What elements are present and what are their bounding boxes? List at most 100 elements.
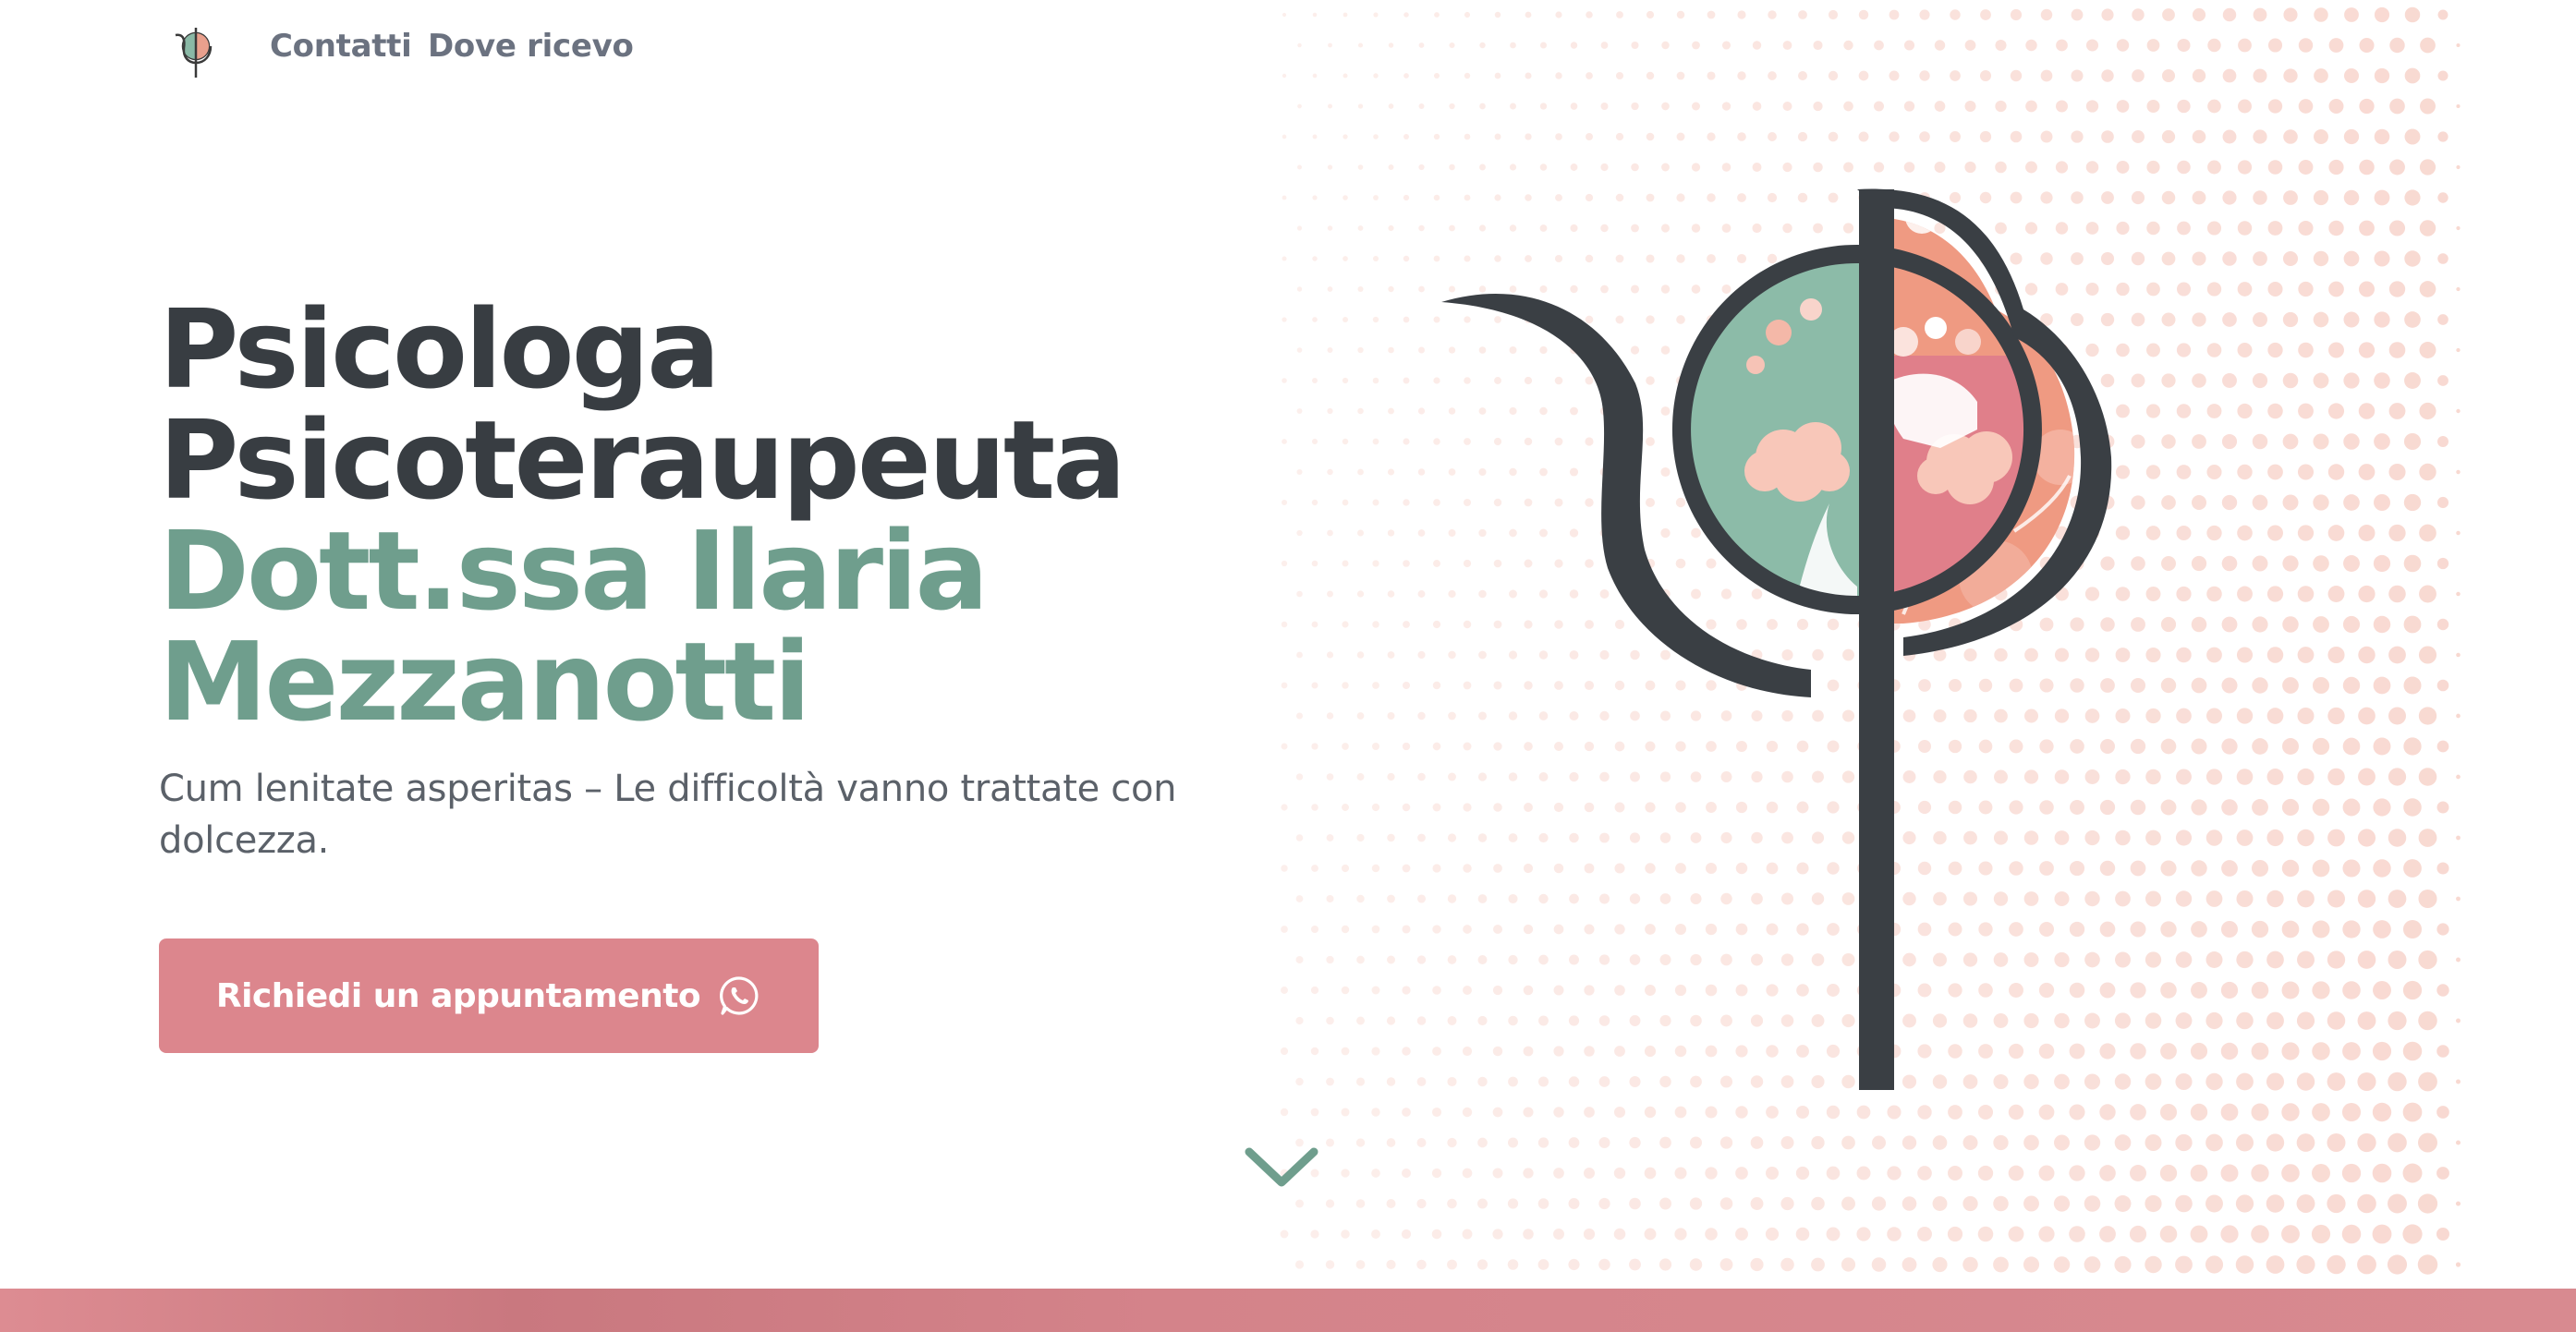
- nav-link-dove-ricevo[interactable]: Dove ricevo: [428, 28, 634, 65]
- background-dot: [1371, 986, 1380, 995]
- background-dot: [1403, 134, 1409, 139]
- background-dot: [1341, 1047, 1350, 1056]
- background-dot: [1887, 1105, 1902, 1120]
- background-dot: [2342, 859, 2361, 878]
- background-dot: [2418, 950, 2437, 970]
- background-dot: [1387, 772, 1395, 781]
- request-appointment-button[interactable]: Richiedi un appuntamento: [159, 938, 819, 1053]
- background-dot: [2251, 981, 2269, 999]
- background-dot: [1357, 225, 1364, 231]
- background-dot: [2343, 189, 2360, 206]
- background-dot: [2456, 591, 2461, 597]
- background-dot: [2297, 768, 2315, 786]
- background-dot: [2343, 372, 2360, 389]
- background-dot: [2296, 1072, 2315, 1091]
- background-dot: [1357, 346, 1364, 354]
- background-dot: [1826, 1105, 1841, 1120]
- background-dot: [2455, 1201, 2461, 1206]
- background-dot: [2358, 525, 2376, 541]
- background-dot: [2267, 281, 2283, 297]
- background-dot: [1735, 1167, 1748, 1180]
- nav-link-contatti[interactable]: Contatti: [270, 28, 412, 65]
- background-dot: [1341, 864, 1350, 873]
- background-dot: [1310, 986, 1319, 995]
- background-dot: [1282, 134, 1287, 139]
- background-dot: [2055, 161, 2069, 174]
- background-dot: [1797, 131, 1808, 142]
- background-dot: [1525, 133, 1532, 140]
- background-dot: [2343, 128, 2360, 145]
- background-dot: [1325, 1199, 1335, 1208]
- background-dot: [2023, 1195, 2039, 1212]
- background-dot: [1600, 163, 1609, 172]
- background-dot: [2146, 160, 2160, 175]
- background-dot: [1282, 195, 1287, 200]
- background-dot: [1705, 1106, 1718, 1119]
- background-dot: [2312, 981, 2330, 999]
- background-dot: [1507, 1198, 1519, 1209]
- background-dot: [1372, 499, 1379, 506]
- background-dot: [1447, 1137, 1457, 1148]
- background-dot: [1387, 711, 1395, 720]
- background-dot: [1310, 1108, 1319, 1117]
- background-dot: [2267, 464, 2283, 480]
- background-dot: [2437, 314, 2448, 325]
- background-dot: [2297, 586, 2315, 602]
- background-dot: [2313, 189, 2329, 206]
- background-dot: [2312, 859, 2330, 878]
- background-dot: [2023, 1134, 2039, 1151]
- background-dot: [2159, 1164, 2178, 1182]
- background-dot: [2283, 129, 2298, 144]
- hero-name-line-2: Mezzanotti: [159, 618, 811, 745]
- background-dot: [2418, 768, 2437, 786]
- background-dot: [2116, 161, 2130, 174]
- background-dot: [2374, 128, 2390, 145]
- background-dot: [1795, 1166, 1810, 1181]
- background-dot: [1583, 1228, 1596, 1241]
- background-dot: [1403, 560, 1410, 567]
- background-dot: [1401, 1229, 1412, 1240]
- background-dot: [1343, 195, 1348, 200]
- background-dot: [1281, 926, 1288, 933]
- background-dot: [2388, 707, 2407, 725]
- background-dot: [2327, 525, 2345, 541]
- background-dot: [2359, 220, 2375, 236]
- background-dot: [2418, 889, 2437, 909]
- background-dot: [1326, 651, 1334, 659]
- background-dot: [1342, 560, 1349, 567]
- background-dot: [2222, 312, 2237, 327]
- background-dot: [2221, 738, 2238, 755]
- background-dot: [2282, 555, 2299, 572]
- background-dot: [1873, 162, 1885, 173]
- background-dot: [1568, 1137, 1580, 1148]
- background-dot: [1402, 1108, 1411, 1117]
- background-dot: [1342, 377, 1349, 384]
- background-dot: [2237, 403, 2253, 419]
- background-dot: [1372, 682, 1379, 689]
- background-dot: [2419, 463, 2436, 481]
- background-dot: [1629, 1197, 1641, 1210]
- background-dot: [1416, 1259, 1427, 1270]
- background-dot: [2251, 1103, 2269, 1121]
- background-dot: [2053, 1195, 2071, 1212]
- background-dot: [1355, 1077, 1366, 1086]
- background-dot: [2236, 647, 2254, 663]
- background-dot: [2116, 100, 2130, 113]
- background-dot: [2236, 1011, 2254, 1030]
- background-dot: [2388, 829, 2407, 847]
- background-dot: [1388, 346, 1394, 354]
- background-dot: [2222, 373, 2237, 388]
- background-dot: [2175, 1194, 2193, 1213]
- background-dot: [1979, 130, 1992, 143]
- background-dot: [1433, 133, 1440, 140]
- psi-logo-icon[interactable]: [168, 20, 224, 81]
- background-dot: [1462, 1229, 1473, 1240]
- background-dot: [2266, 769, 2284, 785]
- background-dot: [1357, 468, 1364, 476]
- background-dot: [2298, 220, 2314, 236]
- background-dot: [2343, 311, 2360, 328]
- background-dot: [1295, 956, 1304, 963]
- chevron-down-icon[interactable]: [1240, 1141, 1323, 1196]
- background-dot: [2010, 130, 2023, 143]
- background-dot: [1631, 163, 1639, 172]
